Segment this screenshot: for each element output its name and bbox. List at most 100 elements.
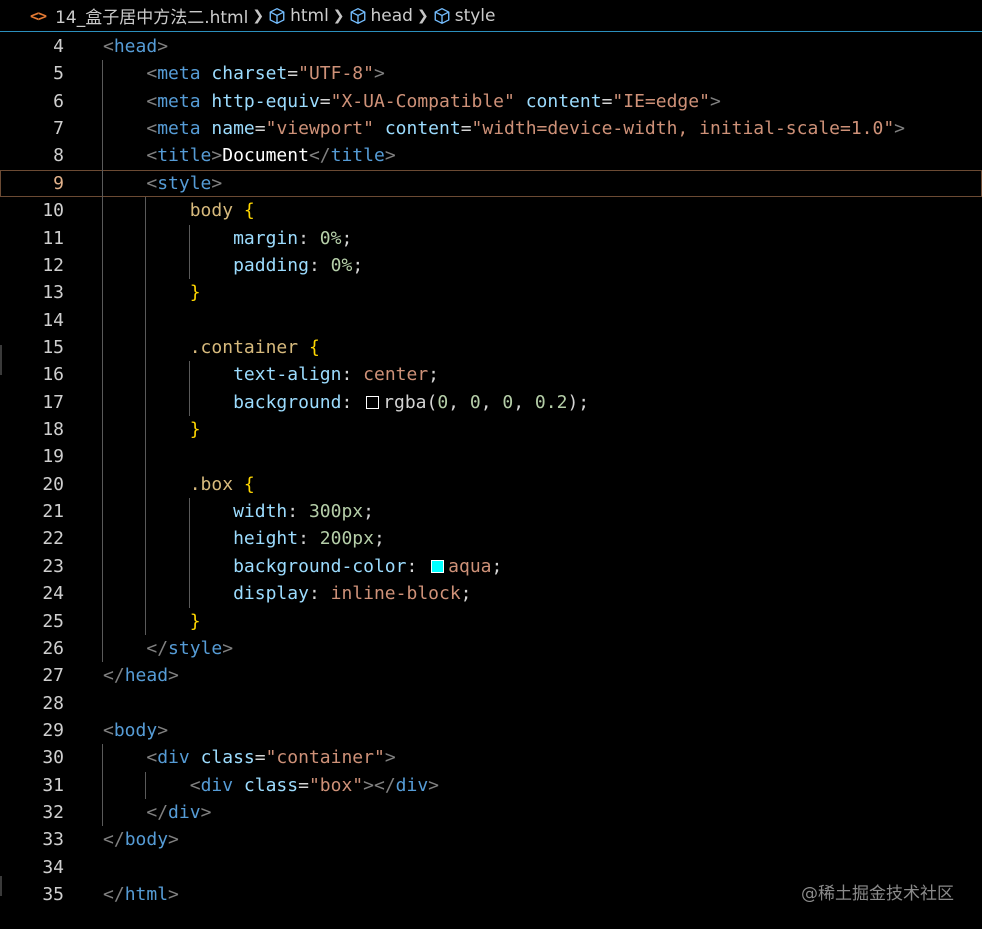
line-number: 28: [42, 692, 64, 714]
code-token: ;: [341, 227, 353, 249]
line-number: 25: [42, 610, 64, 632]
code-line[interactable]: 19: [0, 443, 982, 471]
line-number: 16: [42, 364, 64, 386]
code-token: inline-block: [330, 583, 461, 605]
code-line[interactable]: 15 .container {: [0, 333, 982, 362]
color-swatch[interactable]: [366, 395, 380, 409]
line-number: 20: [42, 473, 64, 495]
code-text: text-align: center;: [233, 361, 439, 388]
code-token: =: [319, 90, 331, 112]
code-line[interactable]: 6 <meta http-equiv="X-UA-Compatible" cont…: [0, 87, 982, 116]
code-line[interactable]: 17 background: rgba(0, 0, 0, 0.2);: [0, 388, 982, 417]
code-line[interactable]: 26 </style>: [0, 634, 982, 663]
indent-guide: [102, 607, 103, 635]
color-swatch[interactable]: [431, 559, 445, 573]
indent-guide: [102, 224, 103, 252]
line-number: 26: [42, 637, 64, 659]
code-line[interactable]: 8 <title>Document</title>: [0, 142, 982, 170]
indent-guide: [102, 388, 103, 417]
line-number: 21: [42, 501, 64, 523]
indent-guide: [102, 443, 103, 471]
indent-guide: [145, 443, 147, 471]
code-line[interactable]: 31 <div class="box"></div>: [0, 771, 982, 800]
code-line[interactable]: 25}: [0, 607, 982, 635]
line-number: 33: [42, 829, 64, 851]
code-token: <: [146, 90, 158, 112]
code-line[interactable]: 33 </body>: [0, 826, 982, 853]
code-token: >: [222, 637, 234, 659]
indent-guide: [102, 251, 103, 280]
line-number: 31: [42, 774, 64, 796]
code-token: <: [103, 719, 114, 741]
code-text: </body>: [103, 826, 179, 853]
code-token: }: [189, 419, 201, 441]
code-line[interactable]: 14: [0, 306, 982, 334]
code-token: title: [157, 145, 212, 167]
code-token: ,: [480, 391, 503, 413]
code-line[interactable]: 30 <div class="container">: [0, 744, 982, 772]
indent-guide: [188, 388, 190, 417]
code-line[interactable]: 16 text-align: center;: [0, 361, 982, 389]
code-token: :: [406, 555, 429, 577]
code-token: );: [567, 391, 590, 413]
breadcrumb-head[interactable]: head: [349, 6, 413, 26]
line-number: 6: [53, 90, 64, 112]
code-line[interactable]: 27 </head>: [0, 662, 982, 689]
code-token: padding: [233, 254, 309, 276]
code-token: >: [211, 172, 223, 194]
line-number: 15: [42, 336, 64, 358]
indent-guide: [102, 87, 103, 116]
code-line[interactable]: 10 body {: [0, 197, 982, 225]
line-number: 19: [42, 446, 64, 468]
code-line[interactable]: 7 <meta name="viewport" content="width=de…: [0, 115, 982, 143]
code-line[interactable]: 13}: [0, 279, 982, 307]
code-line[interactable]: 29 <body>: [0, 717, 982, 744]
code-text: body {: [190, 197, 255, 224]
code-text: </html>: [103, 881, 179, 908]
code-editor[interactable]: 4 <head> 5 <meta charset="UTF-8"> 6 <meta htt…: [0, 33, 982, 913]
indent-guide: [102, 634, 103, 663]
code-token: 200px: [319, 528, 374, 550]
code-line[interactable]: 34: [0, 854, 982, 881]
code-line[interactable]: 5 <meta charset="UTF-8">: [0, 60, 982, 88]
code-line[interactable]: 18}: [0, 416, 982, 444]
code-line[interactable]: 32 </div>: [0, 799, 982, 827]
code-token: }: [189, 610, 201, 632]
code-text: }: [190, 279, 201, 306]
code-text: background: rgba(0, 0, 0, 0.2);: [233, 389, 589, 416]
code-line[interactable]: 4 <head>: [0, 33, 982, 60]
code-line[interactable]: 23 background-color: aqua;: [0, 552, 982, 581]
code-line[interactable]: 28: [0, 690, 982, 717]
code-line[interactable]: 9 <style>: [0, 169, 982, 198]
code-token: http-equiv: [211, 90, 320, 112]
breadcrumb-file-label: 14_盒子居中方法二.html: [55, 8, 249, 28]
code-token: </: [146, 637, 169, 659]
line-number: 34: [42, 856, 64, 878]
code-line[interactable]: 12 padding: 0%;: [0, 251, 982, 280]
line-number: 17: [42, 391, 64, 413]
code-line[interactable]: 22 height: 200px;: [0, 525, 982, 553]
code-token: >: [157, 719, 169, 741]
code-line[interactable]: 21 width: 300px;: [0, 498, 982, 526]
code-line[interactable]: 11 margin: 0%;: [0, 224, 982, 252]
indent-guide: [102, 142, 103, 170]
breadcrumb-html[interactable]: html: [268, 6, 329, 26]
code-token: class: [200, 747, 255, 769]
code-token: "IE=edge": [612, 90, 710, 112]
code-token: aqua: [448, 555, 492, 577]
code-line[interactable]: 20 .box {: [0, 470, 982, 499]
code-token: =: [254, 118, 266, 140]
line-number: 35: [42, 884, 64, 906]
code-line[interactable]: 24 display: inline-block;: [0, 580, 982, 608]
code-token: content: [384, 118, 461, 140]
breadcrumb-file[interactable]: 14_盒子居中方法二.html: [55, 3, 248, 28]
code-token: head: [124, 665, 169, 687]
code-token: 0: [469, 391, 481, 413]
indent-guide: [102, 169, 103, 198]
code-token: 300px: [308, 501, 364, 523]
breadcrumb-style[interactable]: style: [433, 6, 495, 26]
code-text: width: 300px;: [233, 498, 374, 525]
